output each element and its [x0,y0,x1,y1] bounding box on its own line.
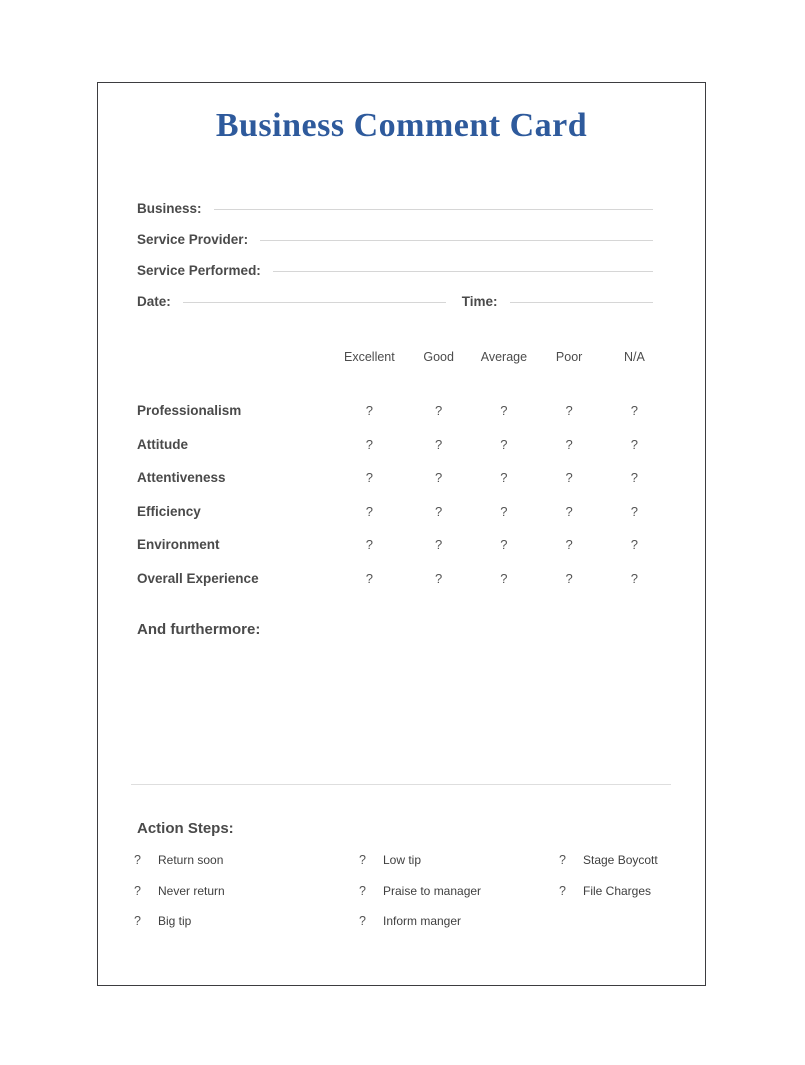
rating-label-efficiency: Efficiency [137,503,201,519]
header-fields: Business: Service Provider: Service Perf… [137,201,653,325]
table-row: Attitude ? ? ? ? ? [137,428,667,462]
checkbox-attitude-excellent[interactable]: ? [333,428,406,462]
action-step-label: Return soon [158,853,224,867]
checkbox-environment-poor[interactable]: ? [537,528,602,562]
checkbox-overall-experience-average[interactable]: ? [471,562,536,596]
checkbox-environment-good[interactable]: ? [406,528,471,562]
column-header-na: N/A [623,350,645,364]
action-step-label: Big tip [158,914,192,928]
action-steps-heading: Action Steps: [137,820,234,837]
action-step-never-return[interactable]: ? Never return [132,884,357,915]
section-divider [131,784,671,785]
action-step-label: Inform manger [383,914,462,928]
action-step-placeholder [557,914,692,945]
page-title: Business Comment Card [215,107,588,144]
time-input-line[interactable] [509,302,653,303]
checkbox-professionalism-good[interactable]: ? [406,394,471,428]
action-step-low-tip[interactable]: ? Low tip [357,853,557,884]
action-step-label: File Charges [583,883,652,898]
table-row: Overall Experience ? ? ? ? ? [137,562,667,596]
field-row-service-performed: Service Performed: [137,263,653,294]
action-step-inform-manger[interactable]: ? Inform manger [357,914,557,945]
field-row-date-time: Date: Time: [137,294,653,325]
column-header-average: Average [480,350,528,364]
checkbox-attitude-poor[interactable]: ? [537,428,602,462]
action-step-label: Low tip [383,853,422,867]
column-header-excellent: Excellent [344,350,395,364]
checkbox-attitude-average[interactable]: ? [471,428,536,462]
checkbox-overall-experience-good[interactable]: ? [406,562,471,596]
table-row: Efficiency ? ? ? ? ? [137,495,667,529]
action-step-praise-to-manager[interactable]: ? Praise to manager [357,884,557,915]
checkbox-efficiency-poor[interactable]: ? [537,495,602,529]
checkbox-environment-na[interactable]: ? [602,528,667,562]
action-steps-grid: ? Return soon ? Low tip ? Stage Boycott … [132,853,692,945]
checkbox-praise-to-manager[interactable]: ? [357,884,383,898]
service-provider-label: Service Provider: [137,232,249,247]
checkbox-professionalism-na[interactable]: ? [602,394,667,428]
rating-label-attitude: Attitude [137,436,188,452]
checkbox-professionalism-average[interactable]: ? [471,394,536,428]
rating-label-overall-experience: Overall Experience [137,570,259,586]
date-input-line[interactable] [182,302,446,303]
checkbox-file-charges[interactable]: ? [557,884,583,898]
checkbox-never-return[interactable]: ? [132,884,158,898]
checkbox-attentiveness-average[interactable]: ? [471,461,536,495]
checkbox-professionalism-poor[interactable]: ? [537,394,602,428]
checkbox-low-tip[interactable]: ? [357,853,383,867]
service-provider-input-line[interactable] [260,240,653,241]
service-performed-label: Service Performed: [137,263,261,278]
checkbox-attentiveness-poor[interactable]: ? [537,461,602,495]
comment-card: Business Comment Card Business: Service … [97,82,706,986]
checkbox-efficiency-average[interactable]: ? [471,495,536,529]
furthermore-heading: And furthermore: [137,621,261,638]
checkbox-overall-experience-na[interactable]: ? [602,562,667,596]
business-input-line[interactable] [213,209,653,210]
field-row-business: Business: [137,201,653,232]
action-step-return-soon[interactable]: ? Return soon [132,853,357,884]
field-row-service-provider: Service Provider: [137,232,653,263]
column-header-poor: Poor [555,350,583,364]
checkbox-environment-average[interactable]: ? [471,528,536,562]
action-step-label: Praise to manager [383,883,482,898]
table-row: Professionalism ? ? ? ? ? [137,394,667,428]
rating-label-professionalism: Professionalism [137,403,242,419]
checkbox-professionalism-excellent[interactable]: ? [333,394,406,428]
ratings-header-row: Excellent Good Average Poor N/A [137,350,667,394]
date-label: Date: [137,294,171,309]
checkbox-overall-experience-excellent[interactable]: ? [333,562,406,596]
column-header-good: Good [423,350,454,364]
checkbox-efficiency-na[interactable]: ? [602,495,667,529]
action-step-label: Stage Boycott [583,853,658,867]
table-row: Environment ? ? ? ? ? [137,528,667,562]
checkbox-attitude-good[interactable]: ? [406,428,471,462]
rating-label-environment: Environment [137,537,220,553]
action-step-file-charges[interactable]: ? File Charges [557,884,692,915]
checkbox-return-soon[interactable]: ? [132,853,158,867]
checkbox-attentiveness-good[interactable]: ? [406,461,471,495]
checkbox-efficiency-excellent[interactable]: ? [333,495,406,529]
action-step-stage-boycott[interactable]: ? Stage Boycott [557,853,692,884]
service-performed-input-line[interactable] [272,271,653,272]
checkbox-inform-manger[interactable]: ? [357,914,383,928]
ratings-corner-cell [137,350,333,394]
checkbox-attitude-na[interactable]: ? [602,428,667,462]
business-label: Business: [137,201,202,216]
action-step-big-tip[interactable]: ? Big tip [132,914,357,945]
action-step-label: Never return [158,883,225,898]
checkbox-stage-boycott[interactable]: ? [557,853,583,867]
time-label: Time: [461,294,498,309]
rating-label-attentiveness: Attentiveness [137,470,226,486]
checkbox-environment-excellent[interactable]: ? [333,528,406,562]
table-row: Attentiveness ? ? ? ? ? [137,461,667,495]
checkbox-efficiency-good[interactable]: ? [406,495,471,529]
checkbox-attentiveness-excellent[interactable]: ? [333,461,406,495]
checkbox-attentiveness-na[interactable]: ? [602,461,667,495]
checkbox-overall-experience-poor[interactable]: ? [537,562,602,596]
furthermore-textarea[interactable] [137,649,667,777]
checkbox-big-tip[interactable]: ? [132,914,158,928]
ratings-table: Excellent Good Average Poor N/A Professi… [137,350,667,595]
